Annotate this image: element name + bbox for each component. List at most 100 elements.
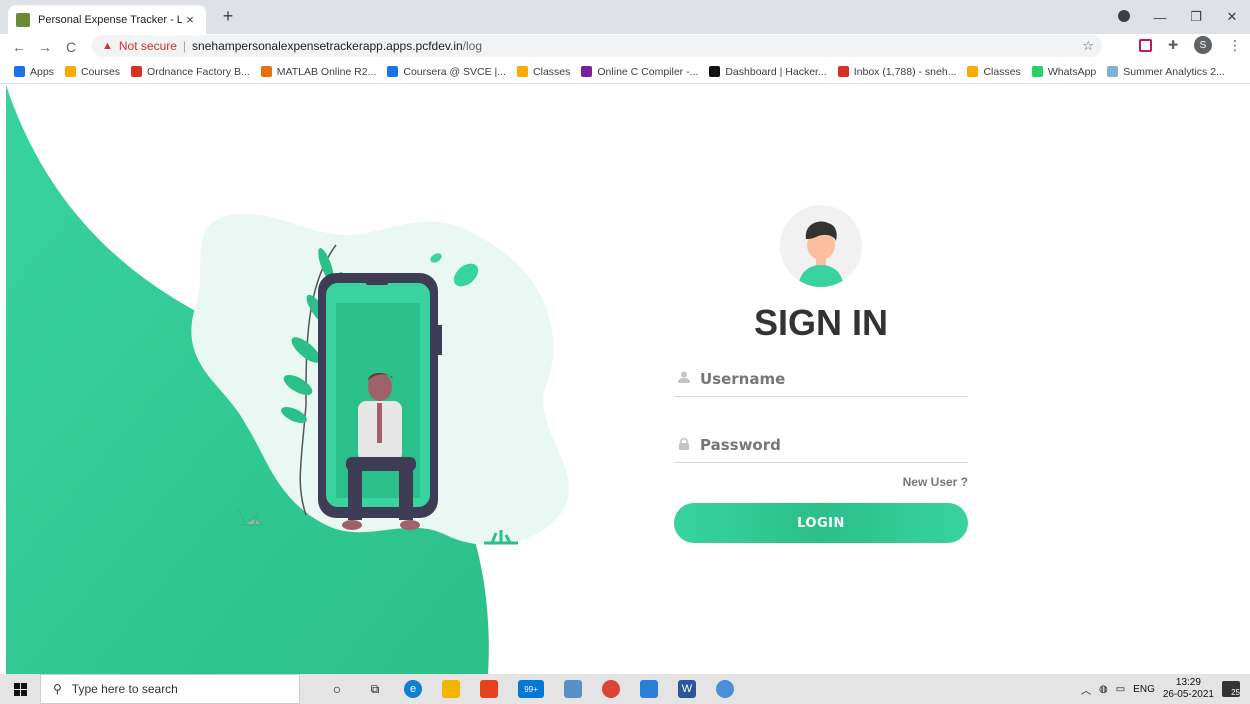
bookmark-label: Courses	[80, 65, 121, 78]
puzzle-extensions-icon[interactable]: ✚	[1168, 38, 1178, 52]
photos-icon[interactable]	[640, 680, 658, 698]
window-controls: — ❐ ✕	[1106, 0, 1250, 34]
windows-taskbar: ⚲ Type here to search ○ ⧉ e 99+ W ︿ ◍ ▭ …	[0, 674, 1250, 704]
word-icon[interactable]: W	[678, 680, 696, 698]
network-icon[interactable]: ◍	[1099, 684, 1108, 695]
bookmark-item[interactable]: Inbox (1,788) - sneh...	[837, 66, 956, 78]
bookmark-favicon-icon	[837, 66, 849, 77]
login-page: SIGN IN New User ? LOGIN	[6, 85, 1250, 674]
bookmark-item[interactable]: Dashboard | Hacker...	[709, 65, 827, 78]
task-view-icon[interactable]: ⧉	[366, 680, 384, 698]
bookmark-item[interactable]: Classes	[967, 65, 1021, 78]
notifications-icon[interactable]: 25	[1222, 681, 1240, 697]
language-indicator[interactable]: ENG	[1133, 684, 1155, 695]
extensions-area: ✚ S ⋮	[1138, 36, 1242, 54]
browser-window: Personal Expense Tracker - Login × + — ❐…	[0, 0, 1250, 704]
url-path: /log	[462, 39, 483, 53]
windows-logo-icon	[13, 682, 27, 696]
bookmark-label: Apps	[30, 65, 54, 78]
bookmark-label: MATLAB Online R2...	[276, 65, 377, 78]
bookmarks-bar: Apps Courses Ordnance Factory B... MATLAB O…	[0, 60, 1250, 84]
site-favicon-icon	[16, 12, 30, 27]
extension-icon[interactable]	[1138, 38, 1152, 52]
bookmark-label: Online C Compiler -...	[597, 65, 699, 78]
menu-kebab-icon[interactable]: ⋮	[1228, 37, 1242, 54]
tab-close-icon[interactable]: ×	[182, 12, 198, 27]
bookmark-item[interactable]: Online C Compiler -...	[581, 66, 698, 78]
bookmark-item[interactable]: WhatsApp	[1031, 65, 1097, 78]
clock-date: 26-05-2021	[1162, 689, 1214, 700]
bookmark-favicon-icon	[64, 66, 76, 77]
password-input[interactable]	[700, 435, 950, 454]
back-icon[interactable]: ←	[6, 39, 32, 55]
user-avatar-icon	[780, 205, 862, 287]
bookmark-item[interactable]: MATLAB Online R2...	[260, 65, 377, 78]
forward-icon[interactable]: →	[32, 39, 58, 55]
close-window-icon[interactable]: ✕	[1214, 9, 1250, 25]
reload-icon[interactable]: C	[58, 39, 84, 55]
address-bar[interactable]: ▲ Not secure | snehampersonalexpensetrac…	[92, 35, 1102, 57]
bookmark-favicon-icon	[1107, 66, 1119, 77]
bookmark-favicon-icon	[517, 66, 529, 77]
bookmark-label: Classes	[983, 65, 1021, 78]
tab-title: Personal Expense Tracker - Login	[38, 13, 182, 26]
browser-toolbar: ← → C ▲ Not secure | snehampersonalexpen…	[0, 34, 1250, 60]
bookmark-label: Summer Analytics 2...	[1123, 65, 1225, 78]
bookmark-favicon-icon	[967, 66, 979, 77]
restore-icon[interactable]: ❐	[1178, 9, 1214, 25]
bookmark-item[interactable]: Summer Analytics 2...	[1107, 66, 1225, 78]
sign-in-title: SIGN IN	[753, 302, 888, 343]
lock-icon	[678, 437, 700, 453]
password-field	[674, 427, 968, 463]
battery-icon[interactable]: ▭	[1116, 684, 1125, 695]
profile-avatar[interactable]: S	[1194, 36, 1212, 54]
user-icon	[678, 371, 700, 386]
edge-icon[interactable]: e	[404, 680, 422, 698]
system-tray: ︿ ◍ ▭ ENG 13:29 26-05-2021 25	[1081, 674, 1250, 704]
bookmark-item[interactable]: Apps	[14, 66, 54, 78]
taskbar-search[interactable]: ⚲ Type here to search	[40, 674, 300, 704]
bookmark-label: Ordnance Factory B...	[147, 65, 250, 78]
start-button[interactable]	[0, 674, 40, 704]
bookmark-favicon-icon	[131, 66, 143, 77]
clock[interactable]: 13:29 26-05-2021	[1163, 677, 1214, 701]
bookmark-label: Dashboard | Hacker...	[725, 65, 827, 78]
bookmark-label: WhatsApp	[1047, 65, 1097, 78]
search-icon: ⚲	[53, 682, 62, 696]
browser-tab[interactable]: Personal Expense Tracker - Login ×	[8, 5, 206, 34]
bookmark-favicon-icon	[260, 66, 272, 77]
chevron-up-icon[interactable]: ︿	[1081, 682, 1091, 697]
url-separator: |	[182, 39, 187, 53]
cortana-icon[interactable]: ○	[328, 680, 346, 698]
file-explorer-icon[interactable]	[442, 680, 460, 698]
taskbar-apps: ○ ⧉ e 99+ W	[328, 680, 734, 698]
username-field	[674, 361, 968, 397]
bookmark-label: Classes	[533, 65, 571, 78]
bookmark-item[interactable]: Courses	[64, 65, 121, 78]
bookmark-favicon-icon	[581, 66, 593, 77]
bookmark-item[interactable]: Ordnance Factory B...	[131, 66, 250, 78]
bookmark-item[interactable]: Classes	[517, 66, 570, 78]
warning-icon: ▲	[102, 40, 113, 52]
bookmark-favicon-icon	[387, 66, 399, 77]
chrome-icon[interactable]	[602, 680, 620, 698]
login-button[interactable]: LOGIN	[674, 503, 968, 543]
new-user-link[interactable]: New User ?	[903, 475, 968, 489]
clock-time: 13:29	[1175, 677, 1201, 688]
not-secure-label[interactable]: Not secure	[119, 39, 177, 53]
bookmark-favicon-icon	[14, 66, 25, 77]
media-icon[interactable]	[1106, 9, 1142, 25]
office-icon[interactable]	[480, 680, 498, 698]
username-input[interactable]	[700, 369, 950, 388]
bookmark-star-icon[interactable]: ☆	[1082, 38, 1094, 54]
bookmark-favicon-icon	[1031, 66, 1043, 77]
app-icon[interactable]	[564, 680, 582, 698]
tab-strip: Personal Expense Tracker - Login × + — ❐…	[0, 0, 1250, 34]
new-tab-button[interactable]: +	[216, 6, 240, 27]
taskbar-search-placeholder: Type here to search	[71, 682, 178, 696]
minimize-icon[interactable]: —	[1142, 10, 1178, 25]
store-icon[interactable]: 99+	[518, 680, 544, 698]
pcf-app-icon[interactable]	[716, 680, 734, 698]
url-text[interactable]: snehampersonalexpensetrackerapp.apps.pcf…	[192, 39, 482, 53]
bookmark-item[interactable]: Coursera @ SVCE |...	[387, 66, 506, 78]
